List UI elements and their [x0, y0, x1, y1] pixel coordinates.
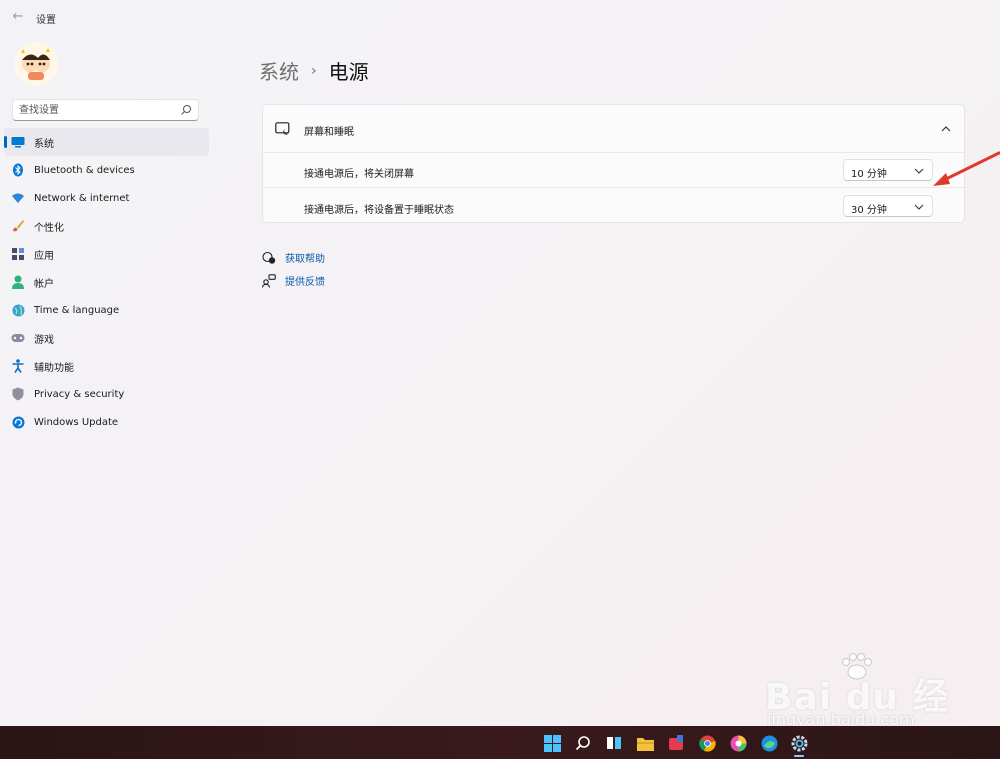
- title-bar: ← 设置: [0, 0, 1000, 34]
- sleep-label: 接通电源后，将设备置于睡眠状态: [304, 205, 454, 216]
- sidebar-item-bluetooth[interactable]: Bluetooth & devices: [4, 156, 209, 184]
- card-title: 屏幕和睡眠: [304, 127, 354, 138]
- give-feedback-label[interactable]: 提供反馈: [285, 273, 325, 288]
- help-icon: [262, 251, 276, 264]
- shield-icon: [11, 387, 25, 401]
- taskbar: [0, 726, 1000, 759]
- sidebar-item-accessibility[interactable]: 辅助功能: [4, 352, 209, 380]
- active-app-indicator: [794, 755, 804, 757]
- sidebar-item-label: Privacy & security: [34, 388, 125, 400]
- sidebar-item-label: Time & language: [34, 304, 120, 316]
- sidebar-item-label: 帐户: [34, 278, 54, 290]
- breadcrumb: 系统 › 电源: [259, 56, 369, 85]
- sidebar-item-label: 辅助功能: [34, 362, 74, 374]
- chevron-up-icon[interactable]: [938, 121, 954, 137]
- feedback-icon: [262, 273, 276, 288]
- sidebar-item-label: Bluetooth & devices: [34, 164, 135, 176]
- update-icon: [11, 415, 25, 429]
- sidebar-item-label: 系统: [34, 138, 54, 150]
- sidebar-item-apps[interactable]: 应用: [4, 240, 209, 268]
- edge-icon[interactable]: [760, 734, 778, 752]
- brush-icon: [11, 219, 25, 233]
- bluetooth-icon: [11, 163, 25, 177]
- app-store-icon[interactable]: [667, 734, 685, 752]
- app-title: 设置: [36, 15, 56, 26]
- sidebar-item-label: 应用: [34, 250, 54, 262]
- avatar[interactable]: [14, 42, 58, 86]
- dropdown-value: 10 分钟: [851, 169, 887, 180]
- apps-icon: [11, 247, 25, 261]
- sidebar-item-time-language[interactable]: Time & language: [4, 296, 209, 324]
- sidebar-item-label: Windows Update: [34, 416, 119, 428]
- color-app-icon[interactable]: [729, 734, 747, 752]
- file-explorer-icon[interactable]: [636, 734, 654, 752]
- page-title: 电源: [328, 60, 369, 84]
- screen-off-dropdown[interactable]: 10 分钟: [843, 159, 933, 181]
- gamepad-icon: [11, 331, 25, 345]
- globe-icon: [11, 303, 25, 317]
- card-header[interactable]: 屏幕和睡眠: [263, 105, 964, 153]
- account-icon: [11, 275, 25, 289]
- sidebar-item-personalization[interactable]: 个性化: [4, 212, 209, 240]
- watermark: Bai du 经验 jingyan.baidu.com: [765, 652, 985, 759]
- sidebar-item-label: Network & internet: [34, 192, 130, 204]
- sidebar-item-accounts[interactable]: 帐户: [4, 268, 209, 296]
- chevron-down-icon: [914, 204, 924, 210]
- wifi-icon: [11, 191, 25, 205]
- search-input[interactable]: [19, 103, 169, 118]
- help-links: 获取帮助 提供反馈: [262, 246, 325, 292]
- settings-icon[interactable]: [790, 734, 808, 752]
- sidebar-item-windows-update[interactable]: Windows Update: [4, 408, 209, 436]
- back-arrow-icon[interactable]: ←: [8, 8, 28, 26]
- get-help-label[interactable]: 获取帮助: [285, 250, 325, 265]
- sidebar-item-label: 游戏: [34, 334, 54, 346]
- screen-off-row: 接通电源后，将关闭屏幕 10 分钟: [263, 153, 964, 188]
- sidebar-item-privacy[interactable]: Privacy & security: [4, 380, 209, 408]
- breadcrumb-separator: ›: [311, 62, 317, 79]
- sidebar-item-label: 个性化: [34, 222, 64, 234]
- sleep-dropdown[interactable]: 30 分钟: [843, 195, 933, 217]
- give-feedback-link[interactable]: 提供反馈: [262, 269, 325, 292]
- sidebar-nav: 系统 Bluetooth & devices Network & interne…: [4, 128, 209, 436]
- sidebar-item-network[interactable]: Network & internet: [4, 184, 209, 212]
- sidebar-item-gaming[interactable]: 游戏: [4, 324, 209, 352]
- sidebar-item-system[interactable]: 系统: [4, 128, 209, 156]
- accessibility-icon: [11, 359, 25, 373]
- get-help-link[interactable]: 获取帮助: [262, 246, 325, 269]
- task-view-icon[interactable]: [605, 734, 623, 752]
- annotation-arrow: [933, 151, 1000, 186]
- search-icon[interactable]: [574, 734, 592, 752]
- dropdown-value: 30 分钟: [851, 205, 887, 216]
- chrome-icon[interactable]: [698, 734, 716, 752]
- screen-sleep-card: 屏幕和睡眠 接通电源后，将关闭屏幕 10 分钟 接通电源后，将设备置于睡眠状态 …: [262, 104, 965, 223]
- search-box[interactable]: [12, 99, 199, 121]
- start-icon[interactable]: [543, 734, 561, 752]
- screen-off-label: 接通电源后，将关闭屏幕: [304, 169, 414, 180]
- screen-sleep-icon: [275, 122, 290, 135]
- breadcrumb-parent[interactable]: 系统: [259, 56, 299, 85]
- system-icon: [11, 135, 25, 149]
- search-icon[interactable]: [180, 104, 192, 116]
- sleep-row: 接通电源后，将设备置于睡眠状态 30 分钟: [263, 189, 964, 224]
- chevron-down-icon: [914, 168, 924, 174]
